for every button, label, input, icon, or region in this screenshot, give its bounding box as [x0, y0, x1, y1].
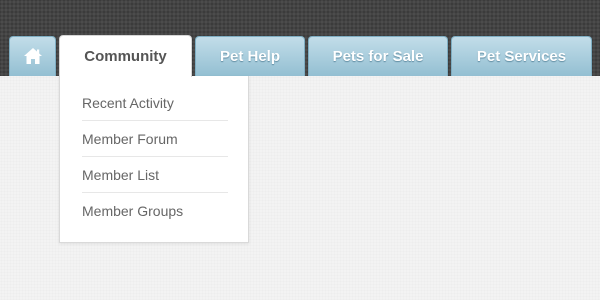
tab-pets-for-sale[interactable]: Pets for Sale — [308, 36, 448, 76]
home-icon — [24, 48, 42, 64]
menu-item-recent-activity[interactable]: Recent Activity — [82, 85, 228, 121]
tab-community[interactable]: Community — [59, 35, 192, 77]
menu-item-member-list[interactable]: Member List — [82, 157, 228, 193]
community-dropdown-menu: Recent Activity Member Forum Member List… — [59, 76, 249, 243]
menu-item-member-groups[interactable]: Member Groups — [82, 193, 228, 229]
menu-item-member-forum[interactable]: Member Forum — [82, 121, 228, 157]
tab-pet-help[interactable]: Pet Help — [195, 36, 305, 76]
home-tab[interactable] — [9, 36, 56, 76]
tab-pet-services[interactable]: Pet Services — [451, 36, 592, 76]
